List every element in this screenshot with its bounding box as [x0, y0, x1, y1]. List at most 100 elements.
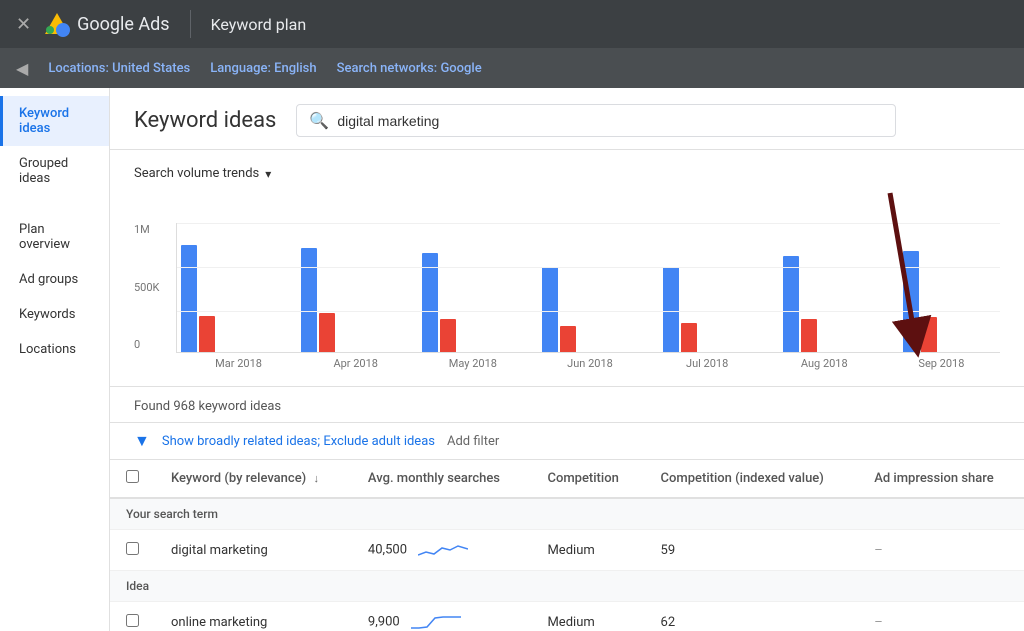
bar-sep-blue [903, 251, 919, 352]
locations-item: Locations: United States [48, 61, 190, 76]
td-ad-impression-1: – [858, 530, 1024, 571]
month-aug [783, 256, 876, 352]
th-keyword[interactable]: Keyword (by relevance) ↓ [155, 460, 352, 498]
y-label-500k: 500K [134, 281, 176, 294]
filter-icon: ▼ [134, 431, 150, 451]
table-wrapper: Keyword (by relevance) ↓ Avg. monthly se… [110, 460, 1024, 631]
table-header-row: Keyword (by relevance) ↓ Avg. monthly se… [110, 460, 1024, 498]
x-label-mar: Mar 2018 [180, 357, 297, 370]
bar-jul-blue [663, 267, 679, 352]
th-checkbox [110, 460, 155, 498]
bar-aug-blue [783, 256, 799, 352]
bar-aug-red [801, 319, 817, 352]
td-checkbox-1 [110, 530, 155, 571]
topbar: ✕ Google Ads Keyword plan [0, 0, 1024, 48]
x-label-jun: Jun 2018 [531, 357, 648, 370]
month-apr [301, 248, 394, 352]
table-row-online-marketing: online marketing 9,900 Medium 62 – [110, 602, 1024, 631]
table-row-digital-marketing: digital marketing 40,500 Medium 59 – [110, 530, 1024, 571]
y-label-1m: 1M [134, 223, 176, 236]
x-label-apr: Apr 2018 [297, 357, 414, 370]
bar-sep-red [921, 317, 937, 352]
td-ad-impression-2: – [858, 602, 1024, 631]
month-mar [181, 245, 274, 352]
th-competition[interactable]: Competition [531, 460, 644, 498]
section-header-your-search-term: Your search term [110, 498, 1024, 530]
search-icon: 🔍 [309, 111, 329, 130]
th-ad-impression[interactable]: Ad impression share [858, 460, 1024, 498]
x-label-sep: Sep 2018 [883, 357, 1000, 370]
chart-y-axis: 1M 500K 0 [134, 223, 176, 353]
month-jun [542, 267, 635, 352]
bar-jun-blue [542, 267, 558, 352]
sidebar-item-grouped-ideas[interactable]: Grouped ideas [0, 146, 109, 196]
chart-bars [176, 223, 1000, 353]
app-name: Google Ads [77, 14, 169, 35]
sidebar: Keyword ideas Grouped ideas Plan overvie… [0, 88, 110, 631]
sidebar-item-ad-groups[interactable]: Ad groups [0, 262, 109, 297]
x-label-may: May 2018 [414, 357, 531, 370]
bar-apr-red [319, 313, 335, 352]
search-input[interactable] [337, 113, 883, 129]
y-label-0: 0 [134, 338, 176, 351]
keywords-table: Keyword (by relevance) ↓ Avg. monthly se… [110, 460, 1024, 631]
chart-x-axis: Mar 2018 Apr 2018 May 2018 Jun 2018 Jul … [180, 353, 1000, 370]
logo: Google Ads [43, 10, 169, 38]
page-title: Keyword plan [211, 15, 307, 34]
sort-icon: ↓ [313, 472, 319, 485]
language-item: Language: English [210, 61, 316, 76]
bar-jun-red [560, 326, 576, 352]
td-competition-1: Medium [531, 530, 644, 571]
bar-mar-blue [181, 245, 197, 352]
sidebar-item-locations[interactable]: Locations [0, 332, 109, 367]
month-jul [663, 267, 756, 352]
close-button[interactable]: ✕ [16, 14, 31, 35]
keyword-ideas-title: Keyword ideas [134, 108, 276, 133]
add-filter-button[interactable]: Add filter [447, 434, 499, 449]
google-ads-icon [43, 10, 71, 38]
sidebar-item-keywords[interactable]: Keywords [0, 297, 109, 332]
bar-may-blue [422, 253, 438, 352]
td-avg-monthly-1: 40,500 [352, 530, 532, 571]
back-button[interactable]: ◀ [16, 59, 28, 78]
th-avg-monthly[interactable]: Avg. monthly searches [352, 460, 532, 498]
select-all-checkbox[interactable] [126, 470, 139, 483]
bar-may-red [440, 319, 456, 352]
filter-row: ▼ Show broadly related ideas; Exclude ad… [110, 423, 1024, 460]
month-sep [903, 251, 996, 352]
found-keywords: Found 968 keyword ideas [110, 387, 1024, 423]
td-keyword-2: online marketing [155, 602, 352, 631]
sidebar-item-keyword-ideas[interactable]: Keyword ideas [0, 96, 109, 146]
th-competition-index[interactable]: Competition (indexed value) [645, 460, 859, 498]
td-competition-index-2: 62 [645, 602, 859, 631]
month-may [422, 253, 515, 352]
td-checkbox-2 [110, 602, 155, 631]
layout: Keyword ideas Grouped ideas Plan overvie… [0, 88, 1024, 631]
bar-apr-blue [301, 248, 317, 352]
row-checkbox-2[interactable] [126, 614, 139, 627]
chart-section: Search volume trends ▾ 1M 500K 0 [110, 150, 1024, 387]
chart-title[interactable]: Search volume trends ▾ [134, 166, 1000, 181]
sparkline-1 [418, 540, 468, 560]
td-keyword-1: digital marketing [155, 530, 352, 571]
sidebar-item-plan-overview[interactable]: Plan overview [0, 212, 109, 262]
keyword-ideas-header: Keyword ideas 🔍 [110, 88, 1024, 150]
chart-wrapper: 1M 500K 0 [134, 193, 1000, 370]
chevron-down-icon: ▾ [265, 167, 271, 181]
search-box[interactable]: 🔍 [296, 104, 896, 137]
sparkline-2 [411, 612, 461, 631]
chart-body: 1M 500K 0 [134, 193, 1000, 353]
td-competition-index-1: 59 [645, 530, 859, 571]
td-avg-monthly-2: 9,900 [352, 602, 532, 631]
x-label-aug: Aug 2018 [766, 357, 883, 370]
td-competition-2: Medium [531, 602, 644, 631]
location-bar: ◀ Locations: United States Language: Eng… [0, 48, 1024, 88]
search-networks-item: Search networks: Google [337, 61, 482, 76]
row-checkbox-1[interactable] [126, 542, 139, 555]
bar-mar-red [199, 316, 215, 352]
section-header-idea: Idea [110, 571, 1024, 602]
filter-link[interactable]: Show broadly related ideas; Exclude adul… [162, 434, 435, 449]
main-content: Keyword ideas 🔍 Search volume trends ▾ 1… [110, 88, 1024, 631]
x-label-jul: Jul 2018 [649, 357, 766, 370]
bar-jul-red [681, 323, 697, 352]
